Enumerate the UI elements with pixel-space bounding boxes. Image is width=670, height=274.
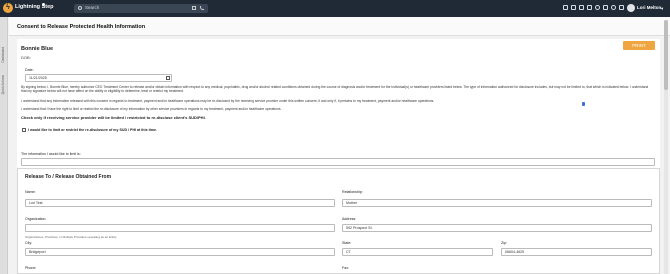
limit-info-field[interactable] — [21, 158, 655, 166]
chevron-down-icon[interactable]: ▾ — [661, 6, 663, 12]
list-icon[interactable] — [587, 5, 592, 10]
users-icon[interactable] — [619, 5, 624, 10]
print-button[interactable]: PRINT — [623, 41, 655, 50]
mouse-cursor-icon — [582, 102, 585, 106]
top-navigation-bar: ϟ Lightning Step Search Lori Melton ▾ — [0, 0, 670, 17]
app-name: Lightning Step — [15, 4, 54, 10]
fax-label: Fax: — [342, 266, 349, 270]
limit-checkbox[interactable] — [22, 128, 26, 132]
calendar-icon[interactable] — [166, 76, 170, 80]
patient-name: Bonnie Blue — [21, 46, 54, 52]
address-label: Address: — [342, 217, 357, 221]
phone-icon[interactable] — [200, 6, 204, 10]
state-label: State: — [342, 241, 352, 245]
name-label: Name: — [25, 190, 36, 194]
authorization-paragraph: By signing below, I, Bonnie Blue, hereby… — [21, 85, 649, 94]
global-search-bar[interactable]: Search — [74, 4, 208, 13]
relationship-field[interactable]: Mother — [342, 199, 652, 207]
page-header: Consent to Release Protected Health Info… — [9, 17, 670, 36]
organization-field[interactable] — [25, 224, 335, 232]
limit-info-label: The information I would like to limit is… — [21, 152, 81, 156]
consent-form-card: Bonnie Blue DOB: PRINT Date: 11/21/2025 … — [17, 39, 660, 274]
release-section-title: Release To / Release Obtained From — [25, 174, 112, 180]
zip-field[interactable]: 06604-4625 — [501, 248, 652, 256]
left-rail: Dashboard Quick Actions — [0, 17, 8, 274]
page-title: Consent to Release Protected Health Info… — [17, 24, 146, 30]
app-logo-icon[interactable]: ϟ — [3, 3, 13, 13]
bell-icon[interactable] — [603, 5, 608, 10]
chat-icon[interactable] — [595, 5, 600, 10]
phone-label: Phone: — [25, 266, 37, 270]
help-icon[interactable] — [611, 5, 616, 10]
date-label: Date: — [25, 68, 34, 72]
organization-help-text: Organizations, Practices, or Multiple Pr… — [25, 235, 117, 239]
city-field[interactable]: Bridgeport — [25, 248, 335, 256]
notification-dot-icon — [42, 3, 45, 6]
calendar-icon[interactable] — [192, 6, 196, 10]
organization-label: Organization: — [25, 217, 47, 221]
grid-icon[interactable] — [579, 5, 584, 10]
scrollbar-thumb[interactable] — [664, 20, 668, 90]
state-field[interactable]: CT — [342, 248, 493, 256]
rail-item-dashboard[interactable]: Dashboard — [1, 47, 5, 63]
right-to-limit-paragraph: I understand that I have the right to li… — [21, 107, 282, 111]
page-scrollbar[interactable] — [664, 20, 668, 274]
patient-dob: DOB: — [21, 55, 31, 60]
rail-item-quick-actions[interactable]: Quick Actions — [1, 75, 5, 94]
zip-label: Zip: — [501, 241, 507, 245]
link-icon[interactable] — [563, 5, 568, 10]
avatar[interactable] — [627, 4, 635, 12]
limit-checkbox-label: I would like to limit or restrict the re… — [28, 128, 158, 132]
user-name[interactable]: Lori Melton — [637, 5, 661, 10]
redisclosure-paragraph: I understand that any information releas… — [21, 99, 435, 103]
search-input[interactable]: Search — [85, 5, 99, 10]
name-field[interactable]: Lori Test — [25, 199, 335, 207]
limit-instruction: Check only if receiving service provider… — [21, 115, 206, 120]
search-icon — [78, 6, 82, 10]
relationship-label: Relationship: — [342, 190, 363, 194]
address-field[interactable]: 592 Prospect St. — [342, 224, 652, 232]
release-section: Release To / Release Obtained From Name:… — [17, 168, 660, 274]
date-field[interactable]: 11/21/2025 — [25, 74, 172, 82]
city-label: City: — [25, 241, 33, 245]
calendar-icon[interactable] — [571, 5, 576, 10]
